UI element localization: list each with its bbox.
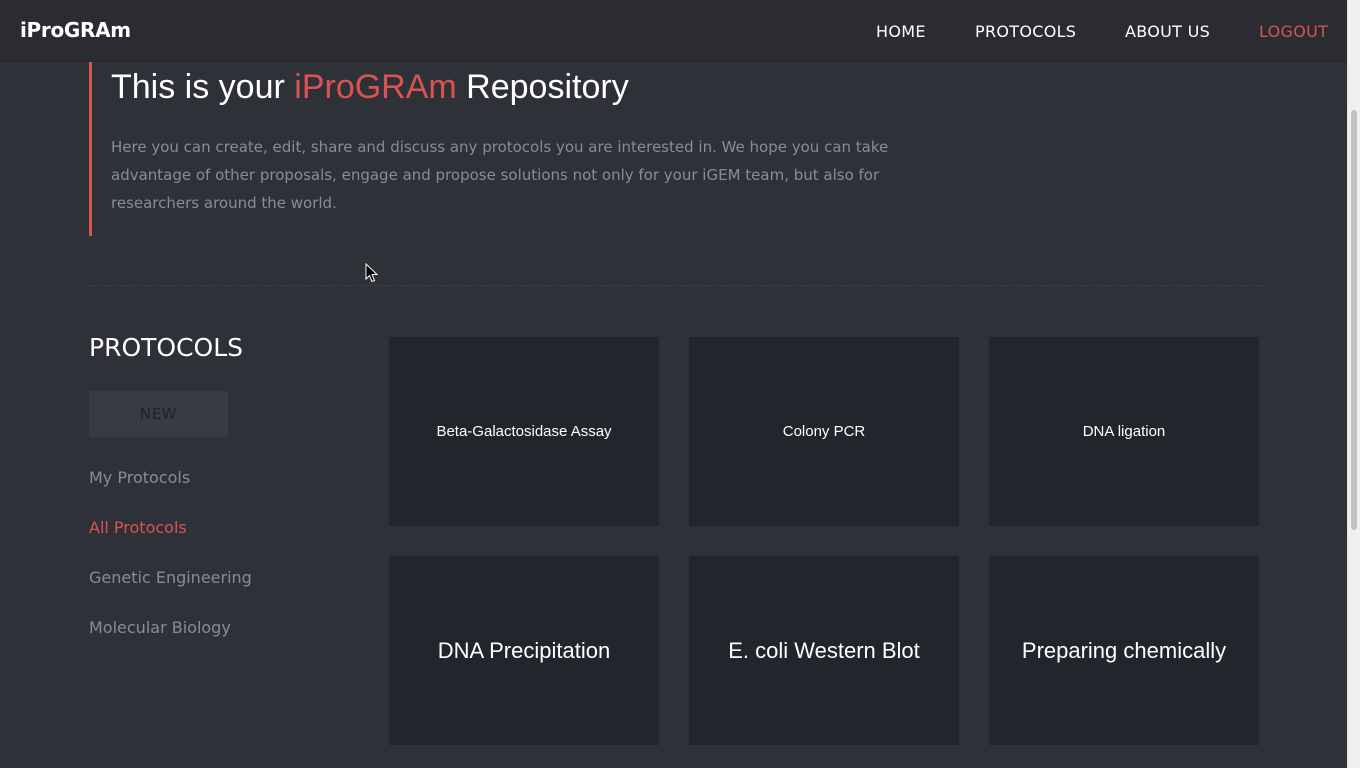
nav-about-link[interactable]: ABOUT US: [1125, 22, 1210, 41]
navbar: iProGRAm HOME PROTOCOLS ABOUT US LOGOUT: [0, 0, 1347, 62]
brand-logo[interactable]: iProGRAm: [20, 18, 131, 42]
protocol-card-title: Beta-Galactosidase Assay: [436, 423, 612, 440]
protocol-card-title: DNA Precipitation: [437, 637, 611, 663]
protocol-card[interactable]: DNA Precipitation: [389, 556, 659, 745]
sidebar-title: PROTOCOLS: [89, 333, 244, 362]
protocol-card[interactable]: Beta-Galactosidase Assay: [389, 337, 659, 526]
section-divider: [89, 285, 1263, 286]
hero-description: Here you can create, edit, share and dis…: [111, 138, 889, 212]
hero-title-prefix: This is your: [111, 68, 295, 106]
protocol-card-title: DNA ligation: [1082, 423, 1166, 440]
vertical-scrollbar[interactable]: [1347, 0, 1360, 768]
nav-home-link[interactable]: HOME: [876, 22, 926, 41]
hero-title-accent: iProGRAm: [294, 68, 457, 106]
hero-section: This is your iProGRAm Repository Here yo…: [89, 62, 969, 236]
sidebar-item-all-protocols[interactable]: All Protocols: [89, 518, 187, 537]
new-protocol-button[interactable]: NEW: [89, 391, 228, 437]
hero-title: This is your iProGRAm Repository: [111, 68, 629, 107]
scrollbar-thumb[interactable]: [1351, 110, 1357, 530]
protocol-card-title: Preparing chemically: [1021, 637, 1227, 663]
page: iProGRAm HOME PROTOCOLS ABOUT US LOGOUT …: [0, 0, 1360, 768]
protocol-card[interactable]: Preparing chemically: [989, 556, 1259, 745]
protocol-card[interactable]: DNA ligation: [989, 337, 1259, 526]
hero-title-suffix: Repository: [456, 68, 629, 106]
mouse-cursor-icon: [365, 263, 379, 283]
sidebar-item-genetic-engineering[interactable]: Genetic Engineering: [89, 568, 252, 587]
protocol-card-title: E. coli Western Blot: [728, 637, 920, 663]
protocol-card[interactable]: E. coli Western Blot: [689, 556, 959, 745]
nav-protocols-link[interactable]: PROTOCOLS: [975, 22, 1076, 41]
protocol-card[interactable]: Colony PCR: [689, 337, 959, 526]
sidebar-item-molecular-biology[interactable]: Molecular Biology: [89, 618, 231, 637]
sidebar-item-my-protocols[interactable]: My Protocols: [89, 468, 190, 487]
protocol-card-title: Colony PCR: [782, 423, 866, 440]
nav-logout-link[interactable]: LOGOUT: [1259, 22, 1328, 41]
